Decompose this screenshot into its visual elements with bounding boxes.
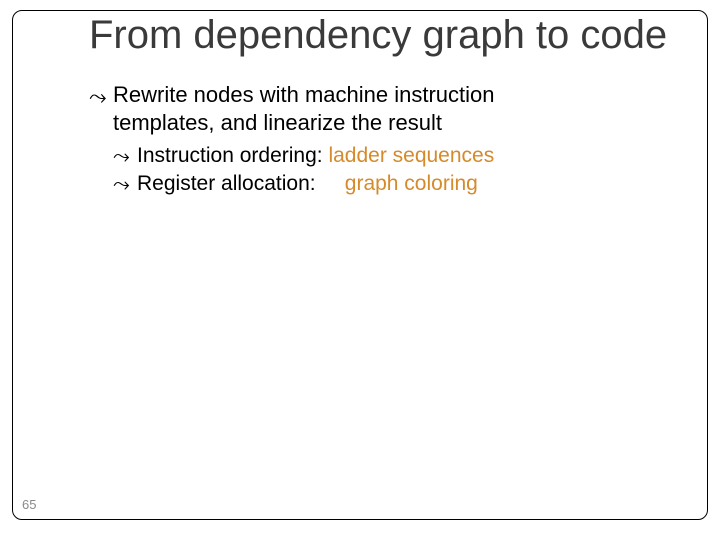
bullet-level2: ⤳ Register allocation: graph coloring (113, 170, 679, 198)
bullet-marker-icon: ⤳ (89, 83, 107, 111)
highlight-text: graph coloring (345, 172, 478, 195)
bullet-text-line2: templates, and linearize the result (113, 109, 679, 137)
sub-bullets: ⤳ Instruction ordering: ladder sequences… (113, 142, 679, 199)
sub-bullet-text: Register allocation: (137, 172, 345, 195)
bullet-level1: ⤳ Rewrite nodes with machine instruction… (89, 81, 679, 136)
bullet-text-line1: Rewrite nodes with machine instruction (113, 82, 495, 107)
slide-frame: From dependency graph to code ⤳ Rewrite … (12, 10, 708, 520)
slide-body: ⤳ Rewrite nodes with machine instruction… (89, 81, 679, 199)
page-number: 65 (22, 497, 36, 512)
bullet-level2: ⤳ Instruction ordering: ladder sequences (113, 142, 679, 170)
sub-bullet-text: Instruction ordering: (137, 144, 328, 167)
bullet-marker-icon: ⤳ (113, 171, 130, 199)
bullet-marker-icon: ⤳ (113, 143, 130, 171)
highlight-text: ladder sequences (328, 144, 494, 167)
slide-title: From dependency graph to code (89, 13, 679, 57)
slide: From dependency graph to code ⤳ Rewrite … (0, 0, 720, 540)
